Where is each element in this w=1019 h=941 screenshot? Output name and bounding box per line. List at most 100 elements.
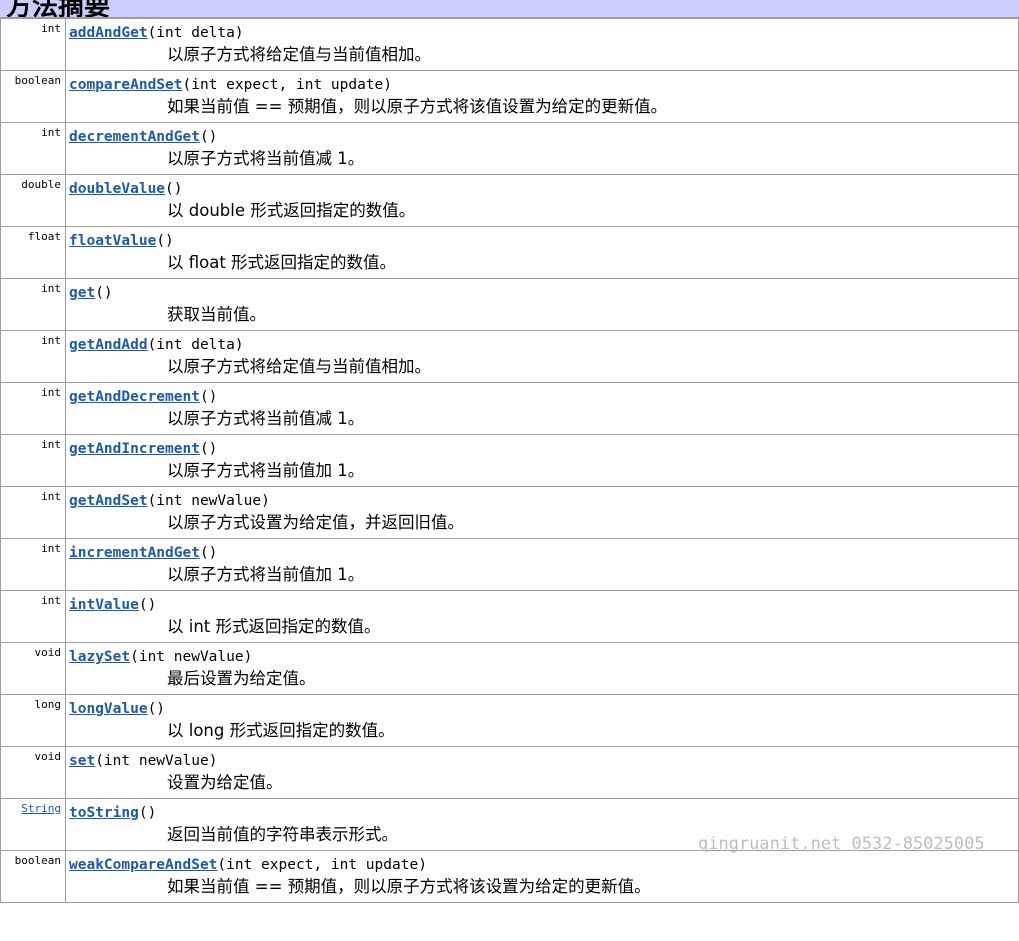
return-type-cell: int	[0, 486, 66, 539]
method-link-compareAndSet[interactable]: compareAndSet	[69, 77, 183, 93]
method-link-intValue[interactable]: intValue	[69, 597, 139, 613]
method-signature: getAndSet(int newValue)	[69, 488, 1018, 513]
method-link-longValue[interactable]: longValue	[69, 701, 148, 717]
method-params: (int newValue)	[147, 493, 270, 509]
method-link-addAndGet[interactable]: addAndGet	[69, 25, 148, 41]
method-signature: decrementAndGet()	[69, 124, 1018, 149]
method-link-getAndSet[interactable]: getAndSet	[69, 493, 148, 509]
method-row-get: int get() 获取当前值。	[0, 278, 1019, 331]
method-row-addAndGet: int addAndGet(int delta) 以原子方式将给定值与当前值相加。	[0, 18, 1019, 71]
method-detail-cell: doubleValue() 以 double 形式返回指定的数值。	[65, 174, 1019, 227]
method-link-floatValue[interactable]: floatValue	[69, 233, 156, 249]
return-type: int	[41, 542, 61, 555]
method-params: (int delta)	[147, 337, 244, 353]
return-type-cell: int	[0, 18, 66, 71]
return-type: int	[41, 126, 61, 139]
return-type: int	[41, 438, 61, 451]
return-type-cell: void	[0, 746, 66, 799]
method-description: 获取当前值。	[167, 305, 266, 324]
method-description: 以 double 形式返回指定的数值。	[167, 201, 416, 220]
method-params: ()	[199, 441, 218, 457]
method-description: 以原子方式将当前值减 1。	[167, 409, 365, 428]
return-type: long	[34, 698, 62, 711]
method-row-weakCompareAndSet: boolean weakCompareAndSet(int expect, int…	[0, 850, 1019, 903]
method-description: 以 long 形式返回指定的数值。	[167, 721, 395, 740]
method-link-get[interactable]: get	[69, 285, 95, 301]
method-description: 以原子方式设置为给定值，并返回旧值。	[167, 513, 464, 532]
method-params: ()	[95, 285, 113, 301]
method-link-getAndDecrement[interactable]: getAndDecrement	[69, 389, 200, 405]
method-link-set[interactable]: set	[69, 753, 95, 769]
method-description: 以原子方式将当前值加 1。	[167, 461, 365, 480]
return-type: int	[41, 594, 61, 607]
method-link-getAndAdd[interactable]: getAndAdd	[69, 337, 148, 353]
method-detail-cell: floatValue() 以 float 形式返回指定的数值。	[65, 226, 1019, 279]
return-type: boolean	[14, 74, 61, 87]
method-link-getAndIncrement[interactable]: getAndIncrement	[69, 441, 200, 457]
method-detail-cell: incrementAndGet() 以原子方式将当前值加 1。	[65, 538, 1019, 591]
method-summary-title: 方法摘要	[6, 0, 111, 18]
method-signature: toString()	[69, 800, 1018, 825]
method-row-doubleValue: double doubleValue() 以 double 形式返回指定的数值。	[0, 174, 1019, 227]
return-type: int	[41, 282, 61, 295]
method-signature: doubleValue()	[69, 176, 1018, 201]
return-type-cell: float	[0, 226, 66, 279]
method-link-toString[interactable]: toString	[69, 805, 139, 821]
return-type: int	[41, 386, 61, 399]
method-signature: getAndIncrement()	[69, 436, 1018, 461]
method-params: (int delta)	[147, 25, 244, 41]
method-signature: floatValue()	[69, 228, 1018, 253]
method-description: 以原子方式将给定值与当前值相加。	[167, 357, 431, 376]
method-signature: longValue()	[69, 696, 1018, 721]
return-type-cell: String	[0, 798, 66, 851]
method-link-weakCompareAndSet[interactable]: weakCompareAndSet	[69, 857, 217, 873]
method-signature: incrementAndGet()	[69, 540, 1018, 565]
return-type-link[interactable]: String	[21, 802, 61, 815]
method-row-intValue: int intValue() 以 int 形式返回指定的数值。	[0, 590, 1019, 643]
method-link-decrementAndGet[interactable]: decrementAndGet	[69, 129, 200, 145]
method-description: 以 float 形式返回指定的数值。	[167, 253, 397, 272]
method-params: (int expect, int update)	[217, 857, 427, 873]
return-type: double	[21, 178, 61, 191]
return-type-cell: int	[0, 590, 66, 643]
return-type-cell: int	[0, 278, 66, 331]
return-type: float	[27, 230, 61, 243]
method-signature: weakCompareAndSet(int expect, int update…	[69, 852, 1018, 877]
method-row-longValue: long longValue() 以 long 形式返回指定的数值。	[0, 694, 1019, 747]
method-summary-table: int addAndGet(int delta) 以原子方式将给定值与当前值相加。 b…	[0, 18, 1019, 903]
method-params: ()	[199, 389, 218, 405]
method-signature: compareAndSet(int expect, int update)	[69, 72, 1018, 97]
method-detail-cell: getAndIncrement() 以原子方式将当前值加 1。	[65, 434, 1019, 487]
method-row-decrementAndGet: int decrementAndGet() 以原子方式将当前值减 1。	[0, 122, 1019, 175]
method-signature: lazySet(int newValue)	[69, 644, 1018, 669]
method-description: 最后设置为给定值。	[167, 669, 316, 688]
method-row-getAndAdd: int getAndAdd(int delta) 以原子方式将给定值与当前值相加。	[0, 330, 1019, 383]
method-row-incrementAndGet: int incrementAndGet() 以原子方式将当前值加 1。	[0, 538, 1019, 591]
method-params: ()	[147, 701, 166, 717]
method-signature: addAndGet(int delta)	[69, 20, 1018, 45]
method-detail-cell: addAndGet(int delta) 以原子方式将给定值与当前值相加。	[65, 18, 1019, 71]
return-type: int	[41, 334, 61, 347]
watermark: qingruanit.net 0532-85025005	[698, 834, 985, 854]
return-type: int	[41, 22, 61, 35]
method-params: ()	[199, 545, 218, 561]
method-description: 以原子方式将当前值减 1。	[167, 149, 365, 168]
method-detail-cell: intValue() 以 int 形式返回指定的数值。	[65, 590, 1019, 643]
return-type-cell: boolean	[0, 70, 66, 123]
return-type-cell: void	[0, 642, 66, 695]
method-signature: getAndAdd(int delta)	[69, 332, 1018, 357]
method-row-getAndSet: int getAndSet(int newValue) 以原子方式设置为给定值，并返…	[0, 486, 1019, 539]
method-summary-header: 方法摘要	[0, 0, 1019, 18]
method-description: 如果当前值 == 预期值，则以原子方式将该设置为给定的更新值。	[167, 877, 651, 896]
method-row-floatValue: float floatValue() 以 float 形式返回指定的数值。	[0, 226, 1019, 279]
method-link-lazySet[interactable]: lazySet	[69, 649, 130, 665]
return-type-cell: long	[0, 694, 66, 747]
method-link-incrementAndGet[interactable]: incrementAndGet	[69, 545, 200, 561]
method-row-compareAndSet: boolean compareAndSet(int expect, int upd…	[0, 70, 1019, 123]
method-row-getAndIncrement: int getAndIncrement() 以原子方式将当前值加 1。	[0, 434, 1019, 487]
method-params: (int expect, int update)	[182, 77, 393, 93]
return-type: boolean	[14, 854, 61, 867]
method-link-doubleValue[interactable]: doubleValue	[69, 181, 165, 197]
method-signature: getAndDecrement()	[69, 384, 1018, 409]
method-description: 以 int 形式返回指定的数值。	[167, 617, 381, 636]
